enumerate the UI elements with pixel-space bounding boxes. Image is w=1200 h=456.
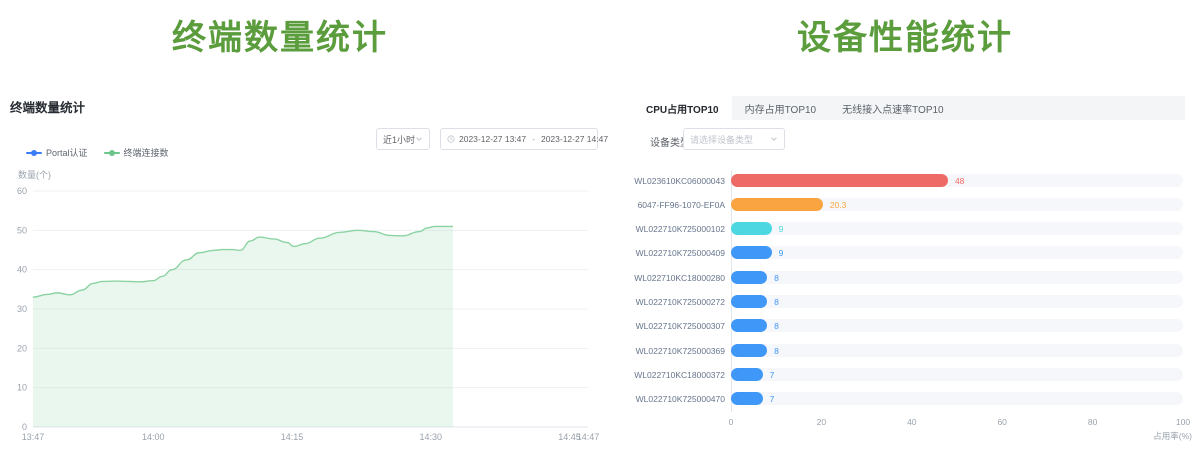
bar-value-label: 9 bbox=[779, 224, 784, 234]
right-panel-title: 设备性能统计 bbox=[620, 10, 1190, 59]
bar-value-label: 9 bbox=[779, 248, 784, 258]
usage-bar bbox=[731, 222, 772, 235]
bar-value-label: 20.3 bbox=[830, 200, 847, 210]
y-tick-label: 0 bbox=[22, 422, 27, 432]
x-tick-label: 14:47 bbox=[577, 432, 600, 442]
date-range-separator: - bbox=[532, 134, 535, 144]
x-tick-label: 80 bbox=[1078, 417, 1108, 427]
left-card-title: 终端数量统计 bbox=[10, 97, 85, 116]
bar-value-label: 8 bbox=[774, 346, 779, 356]
usage-bar bbox=[731, 295, 767, 308]
device-label: WL022710K725000369 bbox=[620, 346, 725, 356]
chevron-down-icon bbox=[770, 135, 778, 143]
bar-value-label: 8 bbox=[774, 297, 779, 307]
tab-0[interactable]: CPU占用TOP10 bbox=[633, 96, 732, 120]
device-label: WL022710K725000470 bbox=[620, 394, 725, 404]
bar-track bbox=[731, 368, 1183, 381]
legend-label: 终端连接数 bbox=[124, 146, 169, 159]
y-tick-label: 10 bbox=[17, 383, 27, 393]
usage-bar bbox=[731, 246, 772, 259]
x-tick-label: 20 bbox=[806, 417, 836, 427]
x-tick-label: 14:15 bbox=[281, 432, 304, 442]
device-label: WL022710KC18000372 bbox=[620, 370, 725, 380]
tab-2[interactable]: 无线接入点速率TOP10 bbox=[829, 96, 957, 120]
bar-value-label: 8 bbox=[774, 321, 779, 331]
bar-track bbox=[731, 222, 1183, 235]
y-tick-label: 50 bbox=[17, 225, 27, 235]
legend-marker-icon bbox=[26, 152, 42, 154]
usage-bar bbox=[731, 271, 767, 284]
y-tick-label: 20 bbox=[17, 343, 27, 353]
usage-bar bbox=[731, 319, 767, 332]
device-label: WL022710KC18000280 bbox=[620, 273, 725, 283]
x-tick-label: 60 bbox=[987, 417, 1017, 427]
x-tick-label: 13:47 bbox=[22, 432, 45, 442]
device-type-placeholder: 请选择设备类型 bbox=[690, 133, 753, 146]
device-type-select[interactable]: 请选择设备类型 bbox=[683, 128, 785, 150]
bar-track bbox=[731, 295, 1183, 308]
area-fill bbox=[33, 226, 453, 427]
bar-track bbox=[731, 319, 1183, 332]
x-tick-label: 14:30 bbox=[419, 432, 442, 442]
date-range-end: 2023-12-27 14:47 bbox=[541, 134, 608, 144]
device-label: WL023610KC06000043 bbox=[620, 176, 725, 186]
x-tick-label: 14:00 bbox=[142, 432, 165, 442]
bar-value-label: 48 bbox=[955, 176, 964, 186]
tab-1[interactable]: 内存占用TOP10 bbox=[732, 96, 830, 120]
usage-bar bbox=[731, 344, 767, 357]
legend-marker-icon bbox=[104, 152, 120, 154]
bar-track bbox=[731, 392, 1183, 405]
x-tick-label: 0 bbox=[716, 417, 746, 427]
y-tick-label: 60 bbox=[17, 186, 27, 196]
chevron-down-icon bbox=[415, 135, 423, 143]
time-range-value: 近1小时 bbox=[383, 133, 415, 146]
performance-tabs: CPU占用TOP10内存占用TOP10无线接入点速率TOP10 bbox=[633, 96, 1185, 120]
device-label: WL022710K725000102 bbox=[620, 224, 725, 234]
dashboard: 终端数量统计 终端数量统计 近1小时 2023-12-27 13:47 - 20… bbox=[0, 0, 1200, 456]
y-tick-label: 40 bbox=[17, 265, 27, 275]
usage-bar bbox=[731, 174, 948, 187]
bar-track bbox=[731, 344, 1183, 357]
clock-icon bbox=[447, 135, 455, 143]
y-tick-label: 30 bbox=[17, 304, 27, 314]
legend-item[interactable]: Portal认证 bbox=[26, 146, 88, 159]
device-label: WL022710K725000409 bbox=[620, 248, 725, 258]
date-range-start: 2023-12-27 13:47 bbox=[459, 134, 526, 144]
terminal-count-line-chart: 010203040506013:4714:0014:1514:3014:4514… bbox=[0, 180, 600, 456]
usage-bar bbox=[731, 392, 763, 405]
device-label: WL022710K725000272 bbox=[620, 297, 725, 307]
x-tick-label: 40 bbox=[897, 417, 927, 427]
left-panel-title: 终端数量统计 bbox=[0, 10, 560, 59]
usage-bar bbox=[731, 198, 823, 211]
bar-value-label: 7 bbox=[770, 394, 775, 404]
legend-label: Portal认证 bbox=[46, 146, 88, 159]
line-chart-legend: Portal认证 终端连接数 bbox=[26, 146, 169, 159]
bar-track bbox=[731, 271, 1183, 284]
bar-value-label: 8 bbox=[774, 273, 779, 283]
x-tick-label: 100 bbox=[1168, 417, 1198, 427]
time-range-select[interactable]: 近1小时 bbox=[376, 128, 430, 150]
device-label: WL022710K725000307 bbox=[620, 321, 725, 331]
device-label: 6047-FF96-1070-EF0A bbox=[620, 200, 725, 210]
x-axis-label: 占用率(%) bbox=[1128, 430, 1192, 442]
bar-value-label: 7 bbox=[770, 370, 775, 380]
usage-bar bbox=[731, 368, 763, 381]
bar-track bbox=[731, 246, 1183, 259]
legend-item[interactable]: 终端连接数 bbox=[104, 146, 169, 159]
date-range-picker[interactable]: 2023-12-27 13:47 - 2023-12-27 14:47 bbox=[440, 128, 598, 150]
